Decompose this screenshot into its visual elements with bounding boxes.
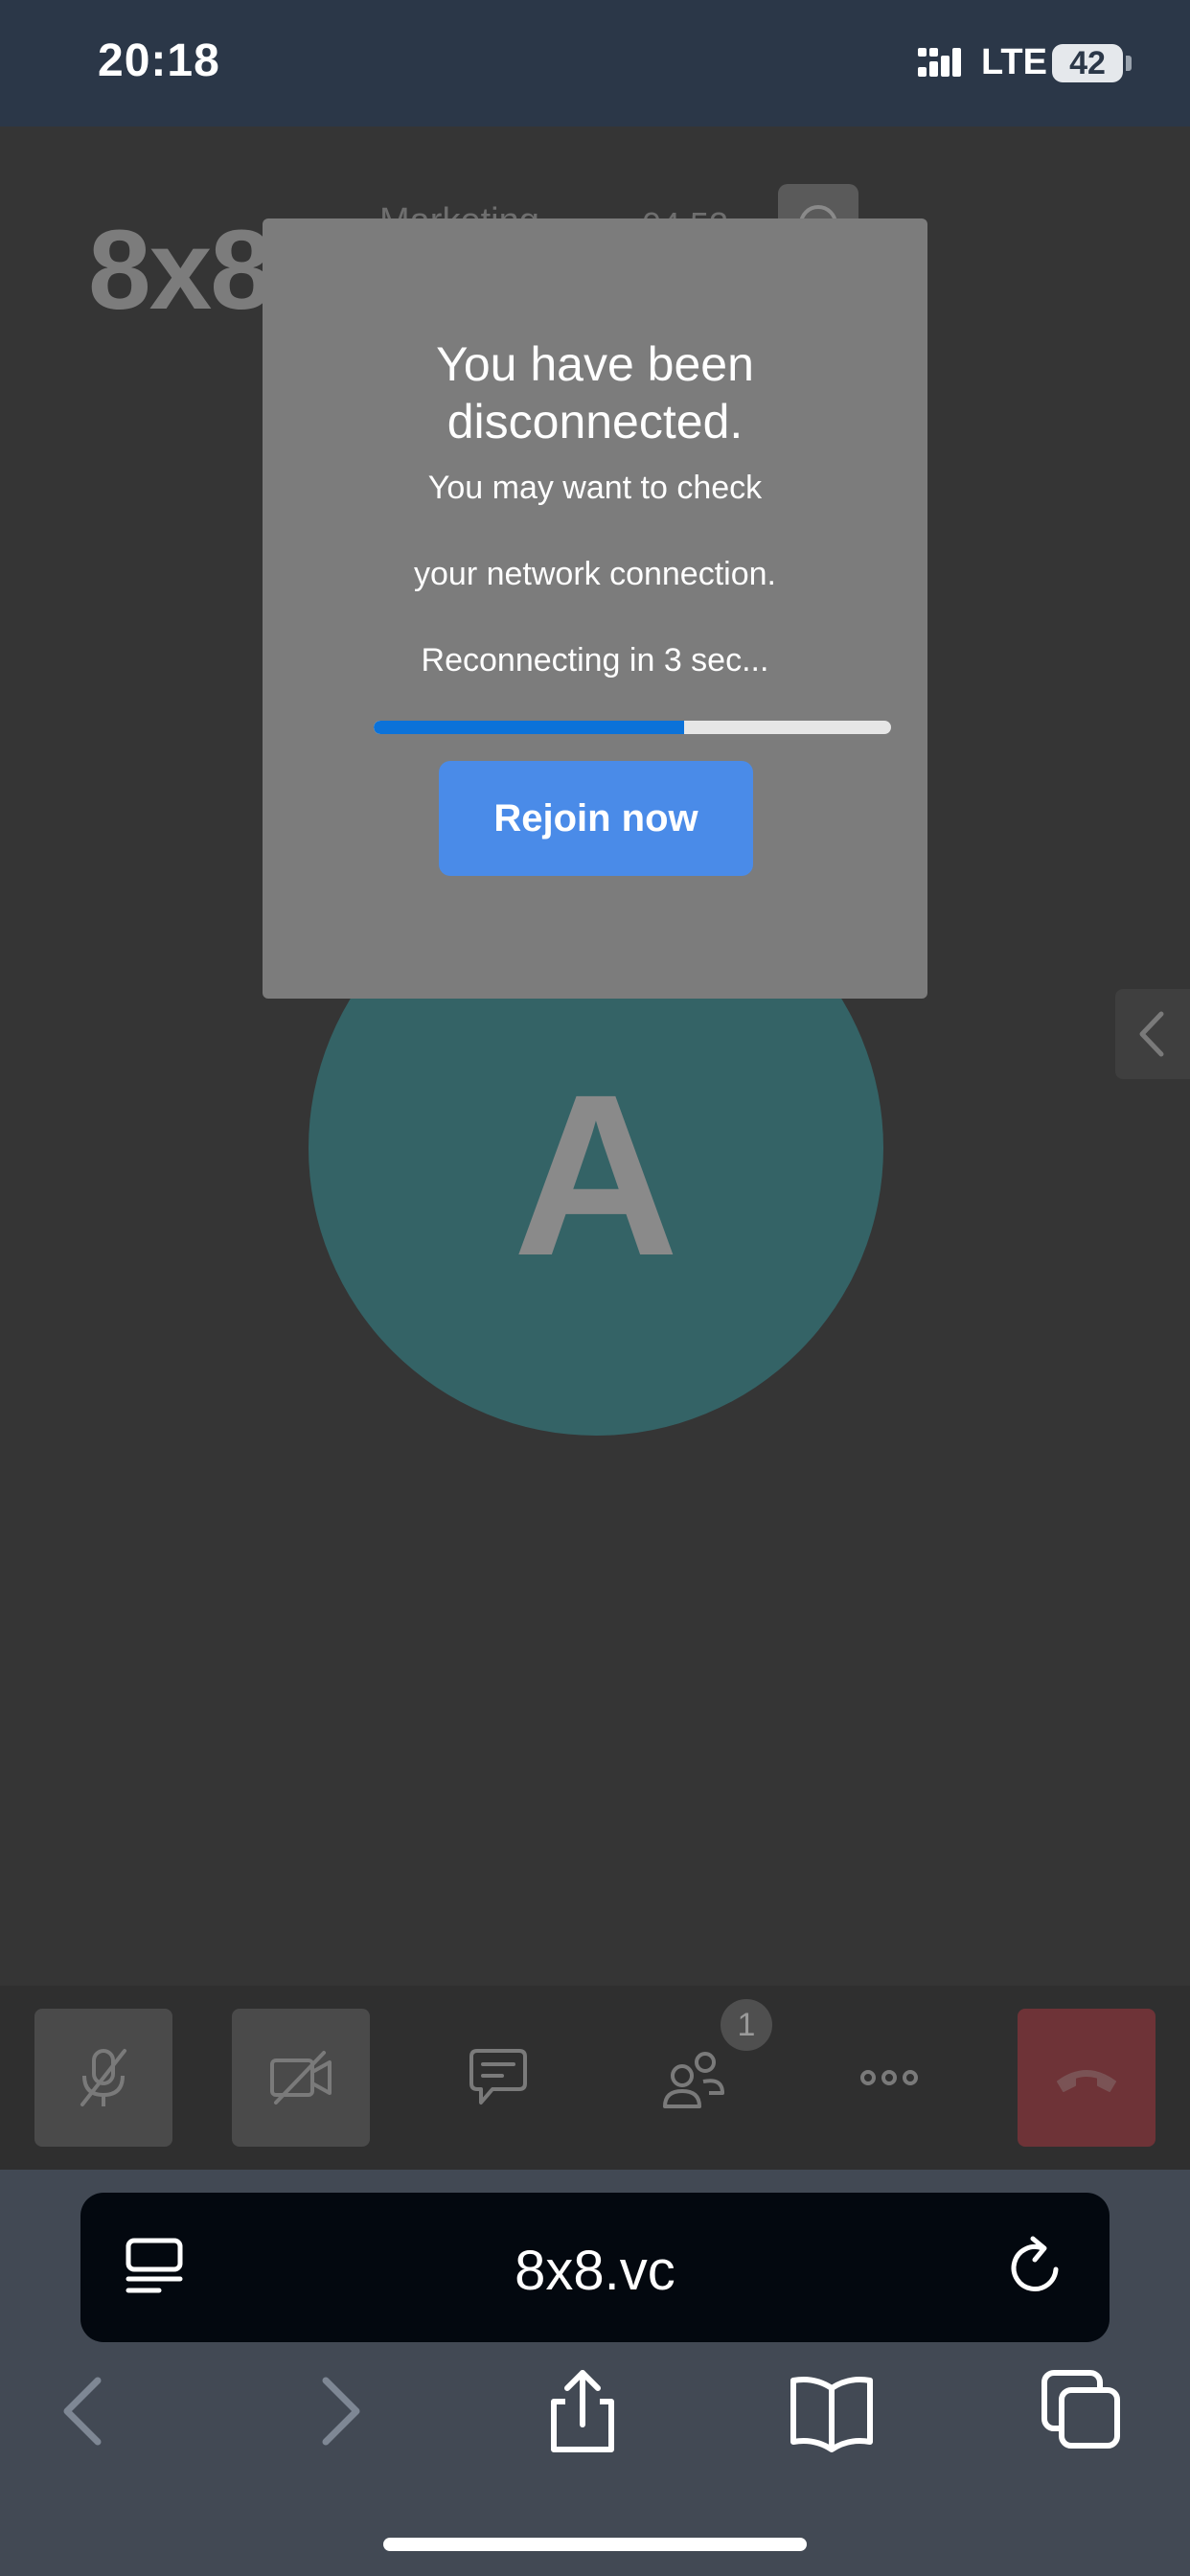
chevron-left-icon [1139, 1011, 1164, 1057]
share-icon[interactable] [537, 2365, 629, 2457]
tabs-icon[interactable] [1035, 2365, 1127, 2457]
disconnected-dialog: You have been disconnected. You may want… [263, 218, 927, 999]
cellular-signal-icon [918, 48, 961, 77]
avatar-initial: A [513, 1046, 679, 1303]
rejoin-now-button[interactable]: Rejoin now [439, 761, 753, 876]
microphone-button[interactable] [34, 2009, 172, 2147]
microphone-muted-icon [80, 2049, 126, 2106]
chat-icon [469, 2049, 527, 2104]
reload-icon[interactable] [1000, 2233, 1069, 2302]
hangup-button[interactable] [1018, 2009, 1156, 2147]
camera-button[interactable] [232, 2009, 370, 2147]
back-icon[interactable] [38, 2365, 130, 2457]
battery-level: 42 [1069, 45, 1106, 81]
dialog-message-line-2: your network connection. [414, 556, 776, 592]
address-bar[interactable]: 8x8.vc [80, 2193, 1110, 2342]
more-icon [860, 2070, 918, 2085]
participants-icon [663, 2052, 724, 2108]
status-bar: 20:18 LTE 42 [0, 0, 1190, 126]
meeting-toolbar [0, 1986, 1190, 2170]
filmstrip-toggle-button[interactable] [1115, 989, 1190, 1079]
app-logo: 8x8 [88, 207, 273, 334]
participants-count-badge: 1 [721, 1999, 772, 2051]
camera-off-icon [270, 2051, 332, 2104]
forward-icon[interactable] [293, 2365, 385, 2457]
bookmarks-icon[interactable] [786, 2365, 878, 2457]
network-type: LTE [981, 42, 1047, 82]
hangup-icon [1057, 2070, 1116, 2092]
screen: 20:18 LTE 42 8x8 Marketing 04:53 A [0, 0, 1190, 2576]
more-options-button[interactable] [820, 2009, 958, 2147]
status-time: 20:18 [98, 35, 220, 86]
dialog-title: You have been disconnected. [263, 335, 927, 450]
battery-icon: 42 [1052, 44, 1123, 82]
dialog-message-line-1: You may want to check [427, 470, 763, 506]
battery-cap [1126, 56, 1132, 71]
chat-button[interactable] [429, 2009, 567, 2147]
reconnect-progress-fill [374, 721, 684, 734]
reconnect-progress-bar [374, 721, 891, 734]
home-indicator[interactable] [383, 2538, 807, 2551]
reconnect-countdown: Reconnecting in 3 sec... [421, 642, 769, 678]
dialog-title-text: You have been disconnected. [436, 337, 754, 448]
url-text: 8x8.vc [515, 2240, 675, 2302]
